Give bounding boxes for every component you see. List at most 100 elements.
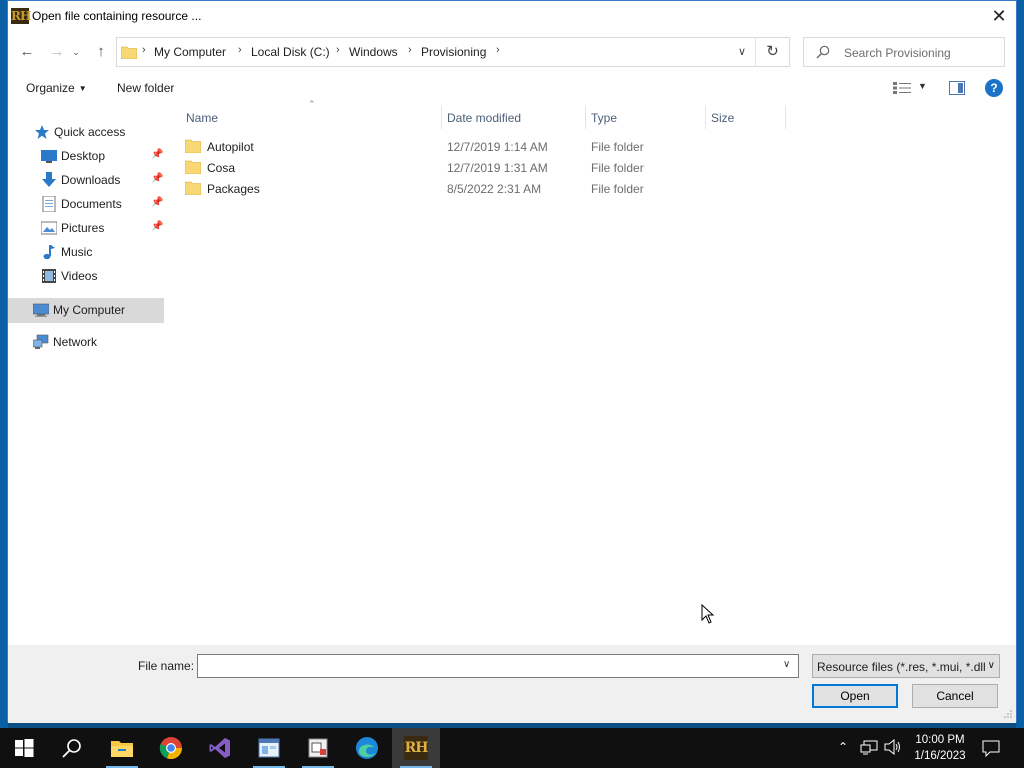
organize-label: Organize	[26, 81, 75, 95]
recent-locations-chevron-icon[interactable]: ⌄	[70, 41, 82, 63]
resource-hacker-icon: RH	[404, 736, 428, 760]
open-button[interactable]: Open	[812, 684, 898, 708]
column-header-size[interactable]: Size	[711, 111, 734, 135]
file-type-filter-label: Resource files (*.res, *.mui, *.dll	[817, 660, 986, 674]
pin-icon[interactable]: 📌	[151, 173, 163, 184]
taskbar-chrome[interactable]	[147, 728, 195, 768]
refresh-icon[interactable]: ↻	[755, 38, 789, 66]
close-button[interactable]: ✕	[982, 1, 1016, 31]
column-divider[interactable]	[785, 105, 786, 129]
breadcrumb-provisioning[interactable]: Provisioning	[421, 45, 486, 59]
show-hidden-icons-chevron-icon[interactable]: ⌃	[838, 740, 848, 754]
sidebar-item-music[interactable]: Music	[41, 241, 164, 263]
breadcrumb-chevron-icon[interactable]: ›	[238, 44, 242, 56]
pin-icon[interactable]: 📌	[151, 197, 163, 208]
taskbar-app-window[interactable]	[245, 728, 293, 768]
resize-grip-icon[interactable]	[1003, 709, 1013, 719]
sidebar-label: Videos	[61, 269, 98, 283]
caret-down-icon: ▼	[78, 84, 87, 93]
new-folder-button[interactable]: New folder	[117, 81, 174, 95]
taskbar: RH ⌃ 10:00 PM 1/16/2023	[0, 728, 1024, 768]
clock[interactable]: 10:00 PM 1/16/2023	[905, 732, 975, 764]
open-file-dialog: RH Open file containing resource ... ✕ ←…	[7, 0, 1017, 723]
pin-icon[interactable]: 📌	[151, 221, 163, 232]
system-tray: ⌃	[838, 728, 904, 768]
taskbar-edge[interactable]	[343, 728, 391, 768]
sidebar-item-pictures[interactable]: Pictures 📌	[41, 217, 164, 239]
breadcrumb-windows[interactable]: Windows	[349, 45, 398, 59]
taskbar-editor[interactable]	[294, 728, 342, 768]
column-divider[interactable]	[585, 105, 586, 129]
view-options-caret-icon[interactable]: ▼	[918, 81, 927, 91]
file-explorer-icon	[111, 741, 133, 757]
network-icon	[33, 334, 49, 349]
sidebar-label: Documents	[61, 197, 122, 211]
videos-icon	[42, 269, 56, 283]
change-view-icon[interactable]	[893, 82, 911, 94]
pictures-icon	[41, 221, 57, 235]
edge-icon	[356, 737, 378, 759]
window-title: Open file containing resource ...	[32, 9, 202, 23]
taskbar-search-button[interactable]	[48, 728, 96, 768]
breadcrumb-local-disk[interactable]: Local Disk (C:)	[251, 45, 330, 59]
taskbar-resource-hacker[interactable]: RH	[392, 728, 440, 768]
back-arrow-icon[interactable]: ←	[16, 41, 38, 63]
forward-arrow-icon[interactable]: →	[46, 41, 68, 63]
sidebar-label: Music	[61, 245, 93, 259]
network-status-icon[interactable]	[860, 740, 878, 756]
help-icon[interactable]: ?	[985, 79, 1003, 97]
file-name-input[interactable]	[197, 654, 799, 678]
file-type: File folder	[591, 182, 644, 196]
search-input[interactable]: Search Provisioning	[803, 37, 1005, 67]
breadcrumb-chevron-icon[interactable]: ›	[336, 44, 340, 56]
folder-icon	[121, 46, 137, 59]
sidebar-item-documents[interactable]: Documents 📌	[41, 193, 164, 215]
sidebar-item-desktop[interactable]: Desktop 📌	[41, 145, 164, 167]
taskbar-visual-studio[interactable]	[196, 728, 244, 768]
column-header-type[interactable]: Type	[591, 111, 617, 135]
sidebar-item-videos[interactable]: Videos	[41, 265, 164, 287]
column-divider[interactable]	[441, 105, 442, 129]
file-name-dropdown-icon[interactable]: ∨	[783, 659, 790, 670]
file-row-autopilot[interactable]: Autopilot 12/7/2019 1:14 AM File folder	[185, 136, 725, 157]
editor-icon	[308, 738, 328, 758]
breadcrumb-chevron-icon[interactable]: ›	[496, 44, 500, 56]
file-date: 8/5/2022 2:31 AM	[447, 182, 542, 196]
address-bar[interactable]: › My Computer › Local Disk (C:) › Window…	[116, 37, 790, 67]
cancel-button[interactable]: Cancel	[912, 684, 998, 708]
column-divider[interactable]	[705, 105, 706, 129]
computer-icon	[33, 303, 49, 317]
file-type-filter-select[interactable]: Resource files (*.res, *.mui, *.dll ∨	[812, 654, 1000, 678]
folder-icon	[185, 139, 201, 153]
sidebar-item-my-computer[interactable]: My Computer	[33, 299, 164, 321]
sidebar-item-network[interactable]: Network	[33, 331, 164, 353]
volume-icon[interactable]	[884, 739, 902, 755]
start-button[interactable]	[0, 728, 48, 768]
music-icon	[43, 245, 55, 260]
navigation-pane: Quick access Desktop 📌 Downloads 📌 Docum…	[8, 105, 166, 645]
file-row-packages[interactable]: Packages 8/5/2022 2:31 AM File folder	[185, 178, 725, 199]
file-row-cosa[interactable]: Cosa 12/7/2019 1:31 AM File folder	[185, 157, 725, 178]
chrome-icon	[159, 737, 183, 760]
up-arrow-icon[interactable]: ↑	[90, 41, 112, 63]
sidebar-item-quick-access[interactable]: Quick access	[34, 121, 164, 143]
sidebar-label: Downloads	[61, 173, 121, 187]
taskbar-file-explorer[interactable]	[98, 728, 146, 768]
windows-logo-icon	[15, 739, 34, 757]
column-header-name[interactable]: Name	[186, 111, 218, 135]
title-bar[interactable]: RH Open file containing resource ... ✕	[8, 1, 1016, 32]
application-window-icon	[258, 738, 280, 758]
organize-button[interactable]: Organize ▼	[26, 81, 87, 95]
notifications-icon[interactable]	[982, 739, 1000, 757]
preview-pane-icon[interactable]	[949, 81, 965, 95]
file-name: Autopilot	[207, 140, 254, 154]
star-icon	[35, 125, 49, 139]
breadcrumb-my-computer[interactable]: My Computer	[154, 45, 226, 59]
documents-icon	[42, 196, 56, 212]
breadcrumb-chevron-icon[interactable]: ›	[408, 44, 412, 56]
address-dropdown-icon[interactable]: ∨	[729, 41, 755, 63]
column-header-date-modified[interactable]: Date modified	[447, 111, 521, 135]
file-list[interactable]: ⌃ Name Date modified Type Size Autopilot…	[169, 99, 1015, 645]
sidebar-item-downloads[interactable]: Downloads 📌	[41, 169, 164, 191]
pin-icon[interactable]: 📌	[151, 149, 163, 160]
